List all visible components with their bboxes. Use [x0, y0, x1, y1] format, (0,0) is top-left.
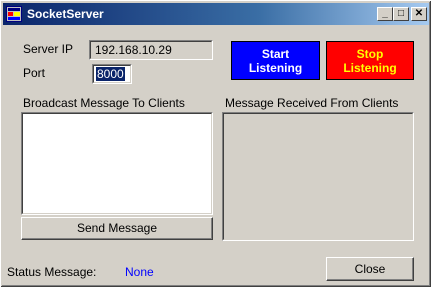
stop-listening-label-line2: Listening: [343, 60, 397, 75]
socketserver-window: SocketServer _ □ ✕ Server IP 192.168.10.…: [0, 0, 432, 288]
close-window-button[interactable]: ✕: [411, 7, 427, 21]
port-label: Port: [23, 66, 46, 80]
stop-listening-button[interactable]: Stop Listening: [326, 41, 414, 80]
port-input[interactable]: 8000: [92, 64, 132, 84]
port-value: 8000: [96, 67, 125, 81]
start-listening-label-line2: Listening: [248, 60, 303, 75]
start-listening-button[interactable]: Start Listening: [231, 41, 320, 80]
start-listening-label-line1: Start: [261, 46, 290, 61]
app-window-icon: [6, 6, 22, 22]
window-title: SocketServer: [27, 7, 104, 21]
stop-listening-label-line1: Stop: [356, 46, 384, 61]
status-value: None: [125, 265, 154, 279]
server-ip-field: 192.168.10.29: [89, 40, 213, 60]
received-messages-box[interactable]: [222, 112, 414, 241]
minimize-button[interactable]: _: [377, 7, 393, 21]
close-button[interactable]: Close: [326, 257, 414, 281]
title-bar[interactable]: SocketServer _ □ ✕: [3, 3, 429, 25]
maximize-button[interactable]: □: [393, 7, 409, 21]
broadcast-message-textarea[interactable]: [21, 112, 213, 215]
received-label: Message Received From Clients: [225, 96, 399, 110]
broadcast-label: Broadcast Message To Clients: [23, 96, 185, 110]
server-ip-value: 192.168.10.29: [95, 43, 172, 57]
send-message-button[interactable]: Send Message: [21, 217, 213, 240]
server-ip-label: Server IP: [23, 42, 74, 56]
status-label: Status Message:: [7, 265, 97, 279]
